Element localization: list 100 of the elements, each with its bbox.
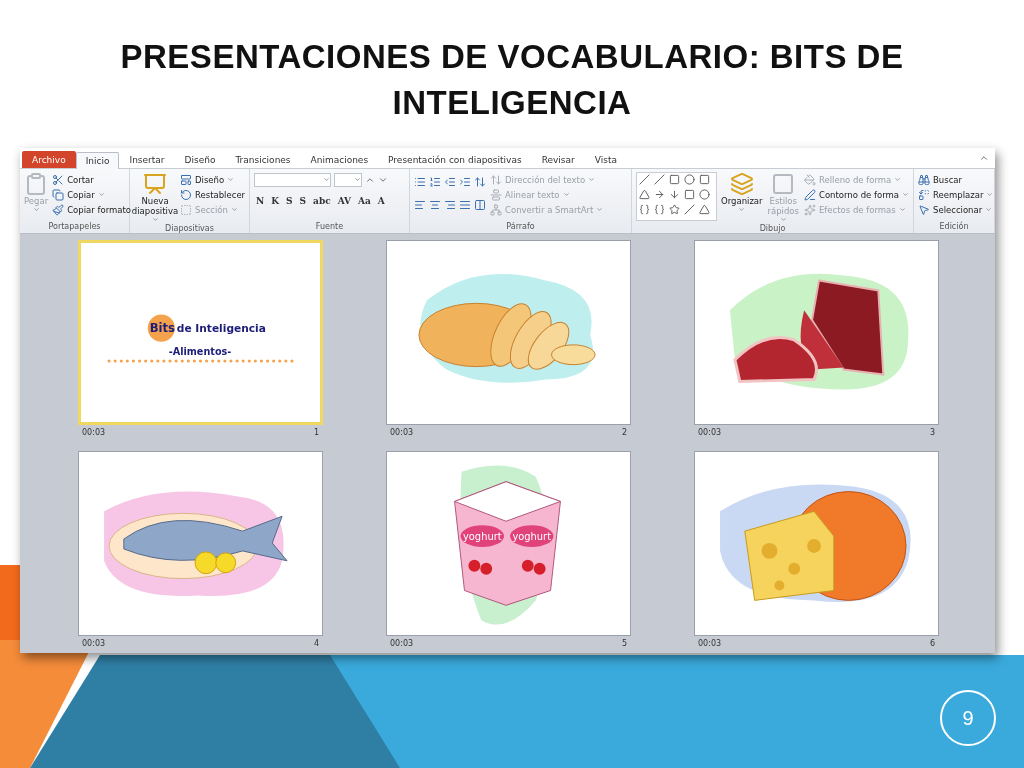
- shape-icon[interactable]: [684, 189, 695, 200]
- slide-number: 5: [621, 639, 627, 648]
- font-format-button[interactable]: S: [297, 195, 309, 206]
- slide-time: 00:03: [390, 639, 414, 648]
- slide-thumbnail[interactable]: [694, 240, 939, 425]
- ribbon-tab[interactable]: Archivo: [22, 151, 76, 168]
- slide-time: 00:03: [698, 428, 722, 437]
- ribbon-tab[interactable]: Vista: [584, 151, 627, 168]
- shape-icon[interactable]: [639, 189, 650, 200]
- align-left-icon[interactable]: [414, 198, 426, 211]
- shape-icon[interactable]: [699, 204, 710, 215]
- columns-icon[interactable]: [474, 198, 486, 211]
- indent-increase-icon[interactable]: [459, 175, 471, 188]
- slide-heading: de Inteligencia: [176, 322, 266, 335]
- command-label: Pegar: [24, 196, 49, 206]
- command-label: Seleccionar: [933, 204, 983, 215]
- group-label: Portapapeles: [47, 221, 102, 233]
- shape-icon[interactable]: [684, 204, 695, 215]
- binoculars-icon[interactable]: [918, 173, 930, 186]
- ribbon-tab[interactable]: Revisar: [531, 151, 585, 168]
- shape-icon[interactable]: [639, 174, 650, 185]
- command-label: Nueva diapositiva: [131, 196, 179, 216]
- pen-icon[interactable]: [803, 188, 816, 201]
- ribbon-command[interactable]: Reemplazar: [918, 187, 994, 202]
- align-right-icon[interactable]: [444, 198, 456, 211]
- command-label: Sección: [195, 204, 228, 215]
- shape-icon[interactable]: [669, 189, 680, 200]
- slide-number: 6: [929, 639, 935, 648]
- line-spacing-icon[interactable]: [474, 175, 486, 188]
- ribbon-command[interactable]: Contorno de forma: [803, 187, 909, 202]
- shape-icon[interactable]: [669, 204, 680, 215]
- font-format-button[interactable]: S: [284, 195, 295, 206]
- slide-number: 2: [621, 428, 627, 437]
- ribbon-command[interactable]: Seleccionar: [918, 202, 994, 217]
- font-format-button[interactable]: N: [254, 195, 267, 206]
- shape-icon[interactable]: [669, 174, 680, 185]
- copy-icon[interactable]: [52, 188, 65, 201]
- slide-title: PRESENTACIONES DE VOCABULARIO: BITS DE INTELIGENCIA: [119, 37, 905, 123]
- ribbon-command[interactable]: Copiar: [52, 187, 131, 202]
- command-label: Organizar: [721, 196, 763, 206]
- slide-thumbnail[interactable]: yoghurt yoghurt: [386, 451, 631, 636]
- ribbon-tab[interactable]: Presentación con diapositivas: [378, 151, 532, 168]
- scissors-icon[interactable]: [52, 173, 65, 186]
- ribbon-tab[interactable]: Diseño: [174, 151, 226, 168]
- ribbon-command[interactable]: Restablecer: [180, 187, 246, 202]
- layout-icon[interactable]: [180, 173, 192, 186]
- slide-time: 00:03: [82, 428, 106, 437]
- shape-icon[interactable]: [654, 189, 665, 200]
- slide-number: 1: [313, 428, 319, 437]
- ribbon-tab[interactable]: Inicio: [75, 152, 120, 169]
- font-format-button[interactable]: abc: [311, 195, 333, 206]
- shape-icon[interactable]: [654, 204, 665, 215]
- collapse-icon[interactable]: [979, 153, 989, 163]
- group-label: Edición: [938, 221, 970, 233]
- ribbon-command[interactable]: Cortar: [52, 172, 131, 187]
- pointer-icon[interactable]: [918, 203, 930, 216]
- font-format-button[interactable]: K: [269, 195, 282, 206]
- font-format-button[interactable]: AV: [335, 195, 353, 206]
- shape-icon[interactable]: [699, 174, 710, 185]
- font-format-button[interactable]: A: [375, 195, 387, 206]
- command-label: Contorno de forma: [818, 189, 899, 200]
- bullets-icon[interactable]: [414, 175, 426, 188]
- slide-thumbnail[interactable]: [78, 451, 323, 636]
- ribbon-command[interactable]: Buscar: [918, 172, 994, 187]
- ribbon-command[interactable]: Copiar formato: [52, 202, 131, 217]
- slide-thumbnail[interactable]: Bitsde Inteligencia -Alimentos-: [78, 240, 323, 425]
- caret-icon: [227, 176, 235, 183]
- font-name-field[interactable]: [254, 172, 331, 187]
- command-label: Alinear texto: [505, 189, 560, 200]
- font-format-button[interactable]: Aa: [356, 195, 373, 206]
- indent-decrease-icon[interactable]: [444, 175, 456, 188]
- page-number: 9: [940, 690, 996, 746]
- align-center-icon[interactable]: [429, 198, 441, 211]
- ribbon-command[interactable]: Nueva diapositiva: [134, 172, 176, 223]
- slide-thumbnail[interactable]: [386, 240, 631, 425]
- numbering-icon[interactable]: [429, 175, 441, 188]
- caret-icon: [738, 206, 746, 213]
- ribbon-command[interactable]: Diseño: [180, 172, 246, 187]
- shape-icon[interactable]: [639, 204, 650, 215]
- slide-thumbnail[interactable]: [694, 451, 939, 636]
- ribbon-tab[interactable]: Transiciones: [225, 151, 301, 168]
- reset-icon[interactable]: [180, 188, 192, 201]
- ribbon-tab[interactable]: Animaciones: [300, 151, 379, 168]
- shape-icon[interactable]: [699, 189, 710, 200]
- caret-icon: [588, 176, 596, 183]
- shape-icon[interactable]: [654, 174, 665, 185]
- ribbon-command[interactable]: Organizar: [721, 172, 763, 213]
- shapes-gallery[interactable]: [636, 172, 717, 221]
- slide-number: 3: [929, 428, 935, 437]
- shape-icon[interactable]: [684, 174, 695, 185]
- command-label: Estilos rápidos: [766, 196, 800, 216]
- slide-time: 00:03: [82, 639, 106, 648]
- caret-icon: [323, 176, 330, 183]
- ribbon-tab[interactable]: Insertar: [119, 151, 175, 168]
- new-slide-icon: [143, 172, 167, 196]
- replace-icon[interactable]: [918, 188, 930, 201]
- caret-icon: [902, 191, 909, 198]
- justify-icon[interactable]: [459, 198, 471, 211]
- brush-icon[interactable]: [52, 203, 65, 216]
- font-size-field[interactable]: [334, 172, 362, 187]
